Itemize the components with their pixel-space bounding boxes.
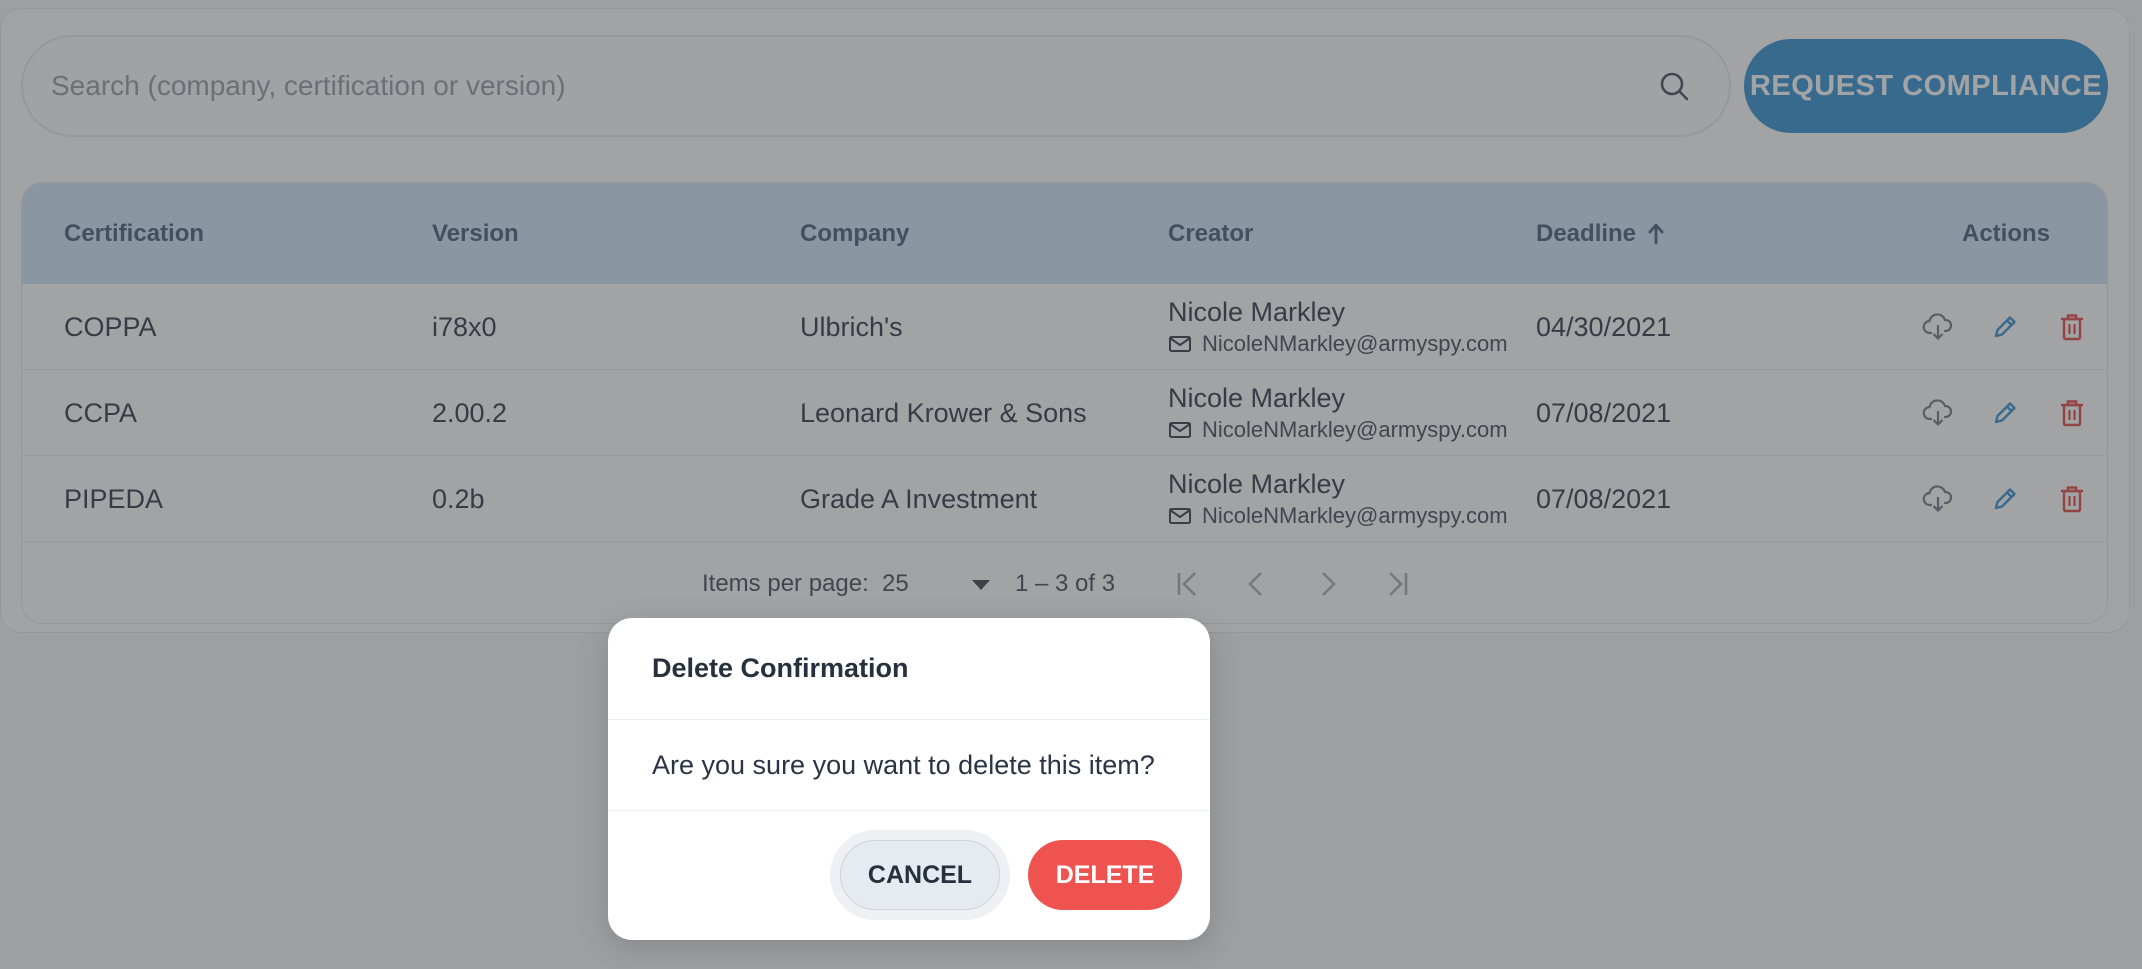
dialog-message: Are you sure you want to delete this ite… — [652, 749, 1155, 780]
dialog-divider — [608, 810, 1210, 811]
delete-confirmation-dialog: Delete Confirmation Are you sure you wan… — [608, 618, 1210, 940]
cancel-button[interactable]: CANCEL — [840, 840, 1000, 910]
dialog-title: Delete Confirmation — [652, 652, 909, 683]
delete-button[interactable]: DELETE — [1028, 840, 1182, 910]
